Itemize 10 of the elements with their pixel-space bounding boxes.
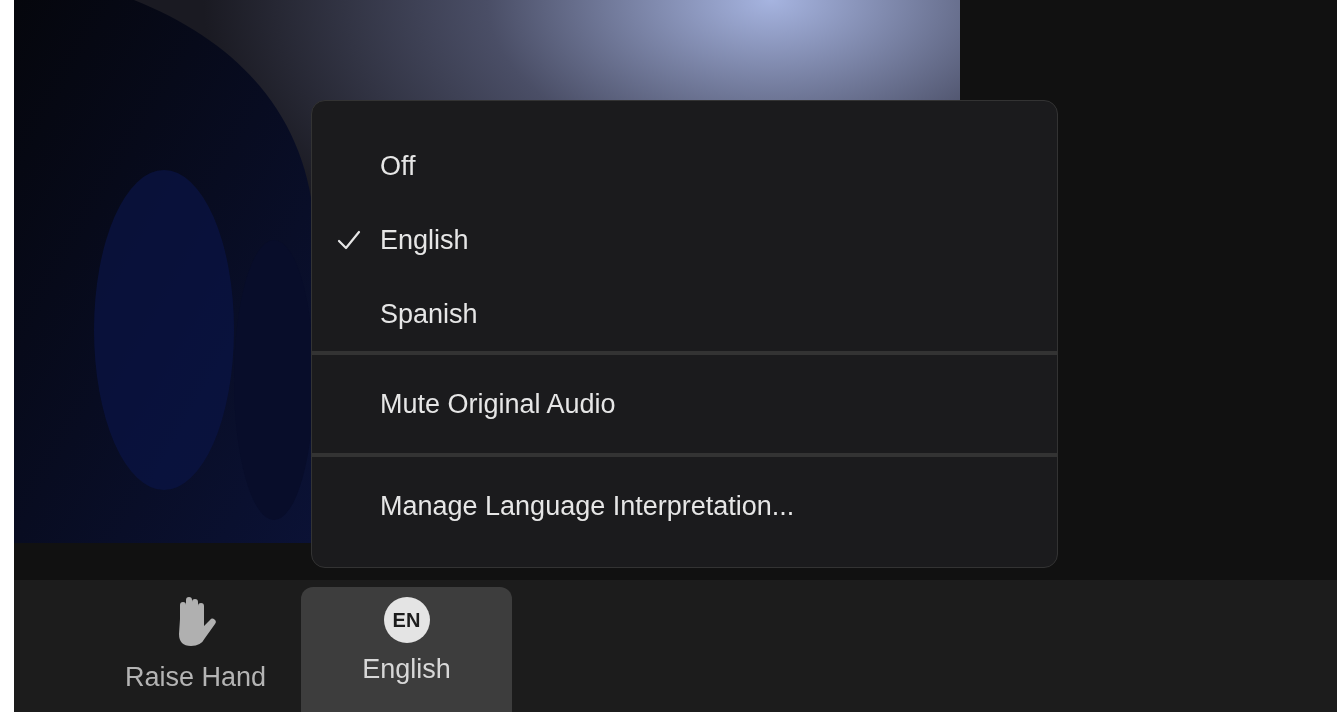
button-label: English bbox=[362, 653, 451, 686]
menu-item[interactable]: Manage Language Interpretation... bbox=[312, 457, 1057, 555]
toolbar-button[interactable]: EN English bbox=[301, 587, 512, 712]
menu-item[interactable]: Spanish bbox=[312, 277, 1057, 351]
button-label: Raise Hand bbox=[124, 661, 267, 694]
menu-item[interactable]: Mute Original Audio bbox=[312, 355, 1057, 453]
menu-item[interactable]: Off bbox=[312, 129, 1057, 203]
language-badge: EN bbox=[383, 597, 430, 643]
toolbar-button[interactable]: Raise Hand bbox=[90, 587, 301, 712]
menu-item[interactable]: English bbox=[312, 203, 1057, 277]
